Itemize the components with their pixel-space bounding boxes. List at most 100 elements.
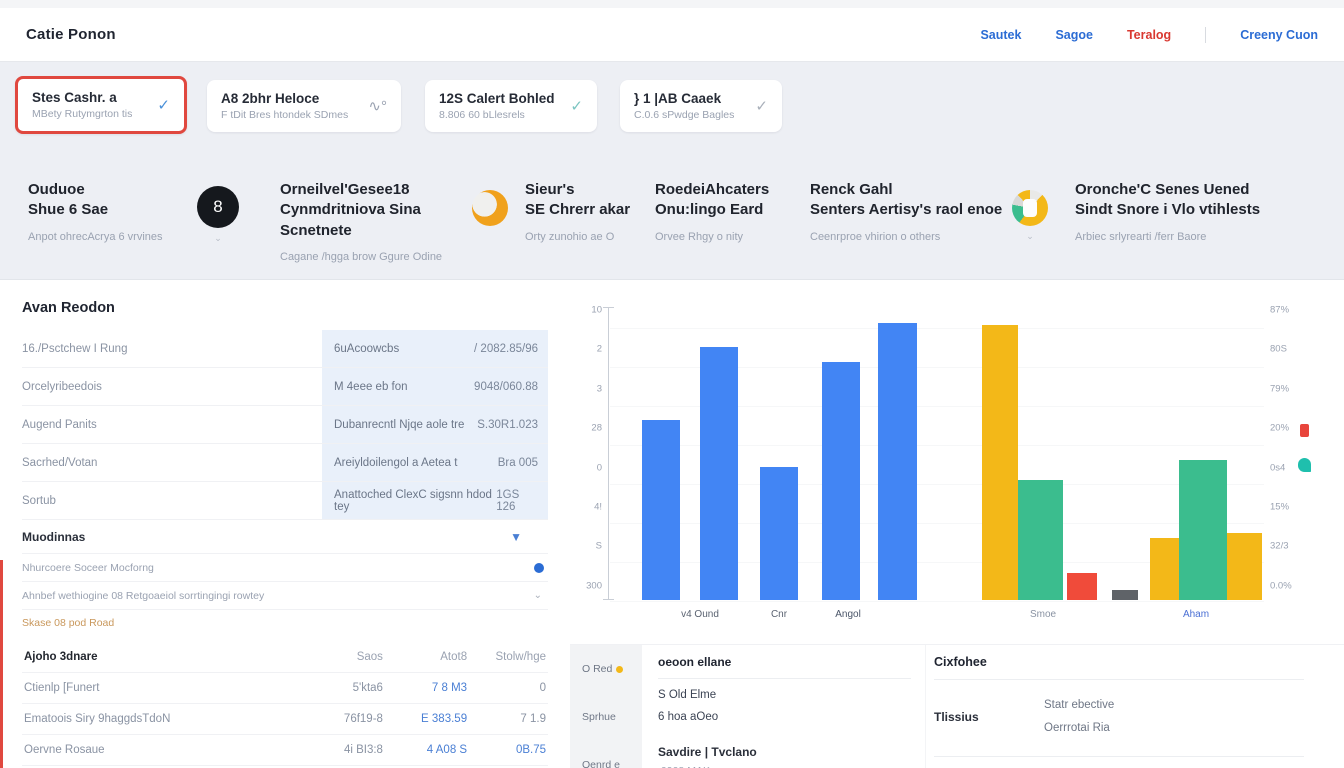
- wave-icon: ∿°: [368, 97, 387, 115]
- list-item[interactable]: Ahnbef wethiogine 08 Retgoaeiol sorrting…: [22, 582, 548, 610]
- list-item-label: Ahnbef wethiogine 08 Retgoaeiol sorrting…: [22, 590, 264, 602]
- mini-sidebar-label: O Red: [582, 663, 612, 675]
- y-axis-label-right: 79%: [1270, 383, 1289, 394]
- x-axis-label: Angol: [835, 609, 861, 620]
- app-logo: Catie Ponon: [26, 26, 116, 43]
- summary-table: Ajoho 3dnare Saos Atot8 Stolw/hge Ctienl…: [22, 642, 548, 768]
- stat-card-selected[interactable]: Stes Cashr. a MBety Rutymgrton tis ✓: [15, 76, 187, 134]
- mini-sidebar-item[interactable]: Oenrd e: [570, 741, 642, 768]
- x-axis-label: Cnr: [771, 609, 787, 620]
- check-icon: ✓: [755, 97, 768, 115]
- table-row[interactable]: Oervne Rosaue4i BI3:84 A08 S0B.75: [22, 735, 548, 766]
- panel-title: Avan Reodon: [22, 300, 548, 316]
- kv-row[interactable]: Sacrhed/VotanAreiyldoilengol a Aetea tBr…: [22, 444, 548, 482]
- legend-teal-marker: [1298, 458, 1311, 472]
- x-axis-label: Aham: [1183, 609, 1209, 620]
- left-panel: Avan Reodon 16./Psctchew I Rung6uAcoowcb…: [0, 280, 570, 768]
- table-cell: 4i BI3:8: [296, 735, 385, 766]
- stat-card[interactable]: } 1 |AB Caaek C.0.6 sPwdge Bagles ✓: [620, 80, 782, 132]
- gridline: [610, 601, 1264, 602]
- table-cell: 5'kta6: [296, 673, 385, 704]
- gridline: [610, 328, 1264, 329]
- mini-sidebar-item[interactable]: O Red: [570, 645, 642, 693]
- mini-sidebar-item[interactable]: Sprhue: [570, 693, 642, 741]
- feature-item: RoedeiAhcatersOnu:lingo Eard Orvee Rhgy …: [655, 180, 805, 243]
- kv-mid: 6uAcoowcbs: [334, 343, 399, 355]
- table-cell: Ctienlp [Funert: [22, 673, 296, 704]
- kv-row[interactable]: OrcelyribeedoisM 4eee eb fon9048/060.88: [22, 368, 548, 406]
- warning-row[interactable]: Skase 08 pod Road: [22, 610, 548, 636]
- expand-row[interactable]: Muodinnas ▼: [22, 520, 548, 554]
- kv-mid: Dubanrecntl Njqe aole tre: [334, 419, 464, 431]
- chart-bar: [1227, 533, 1262, 600]
- column-header: Ajoho 3dnare: [22, 642, 296, 673]
- chart-bar: [1179, 460, 1227, 600]
- kv-highlight-cell: 6uAcoowcbs / 2082.85/96: [322, 330, 548, 367]
- table-cell: 0B.75: [469, 735, 548, 766]
- kv-value: / 2082.85/96: [474, 343, 538, 355]
- feature-title: Orneilvel'Gesee18Cynmdritniova Sina Scne…: [280, 180, 475, 241]
- y-axis-label-left: 28: [572, 423, 602, 434]
- table-cell: 7 8 M3: [385, 673, 469, 704]
- chart-bar: [1018, 480, 1063, 600]
- caret-icon: ⌄: [534, 590, 542, 601]
- column-header: Atot8: [385, 642, 469, 673]
- table-cell: 7 1.9: [469, 704, 548, 735]
- kv-row[interactable]: Augend PanitsDubanrecntl Njqe aole treS.…: [22, 406, 548, 444]
- section-header: oeoon ellane: [658, 655, 911, 679]
- kv-label: Augend Panits: [22, 406, 322, 443]
- kv-row[interactable]: SortubAnattoched ClexC sigsnn hdod tey1G…: [22, 482, 548, 520]
- x-axis-label: Smoe: [1030, 609, 1056, 620]
- table-header-row: Ajoho 3dnare Saos Atot8 Stolw/hge: [22, 642, 548, 673]
- table-row[interactable]: Ematoois Siry 9haggdsTdoN76f19-8E 383.59…: [22, 704, 548, 735]
- check-icon: ✓: [157, 96, 170, 114]
- stat-card-subtitle: F tDit Bres htondek SDmes: [221, 109, 348, 121]
- feature-subtitle: Orvee Rhgy o nity: [655, 231, 805, 243]
- kv-label: Sacrhed/Votan: [22, 444, 322, 481]
- entry-title[interactable]: Savdire | Tvclano: [658, 745, 911, 759]
- nav-link-3[interactable]: Teralog: [1127, 28, 1171, 42]
- feature-title: Sieur'sSE Chrerr akar: [525, 180, 650, 221]
- y-axis-label-left: 4!: [572, 502, 602, 513]
- y-axis-label-right: 20%: [1270, 423, 1289, 434]
- feature-title: OuduoeShue 6 Sae: [28, 180, 203, 221]
- person-badge-icon: [472, 190, 508, 226]
- feature-subtitle: Orty zunohio ae O: [525, 231, 650, 243]
- top-nav: Sautek Sagoe Teralog Creeny Cuon: [980, 27, 1318, 43]
- kv-row[interactable]: 16./Psctchew I Rung6uAcoowcbs/ 2082.85/9…: [22, 330, 548, 368]
- chart-panel: v4 OundCnrAngolSmoeAham10232804!S30087%8…: [570, 280, 1344, 768]
- chart-bar: [760, 467, 798, 600]
- chart-bar: [982, 325, 1018, 600]
- top-strip: [0, 0, 1344, 8]
- stat-card-subtitle: 8.806 60 bLlesrels: [439, 109, 555, 121]
- chart-bar: [642, 420, 680, 600]
- expand-row-label: Muodinnas: [22, 530, 85, 544]
- chart-bar: [822, 362, 860, 600]
- nav-link-4[interactable]: Creeny Cuon: [1240, 28, 1318, 42]
- mini-sidebar-label: Sprhue: [582, 711, 616, 723]
- kv-label: Sortub: [22, 482, 322, 519]
- feature-subtitle: Anpot ohrecAcrya 6 vrvines: [28, 231, 203, 243]
- status-dot-icon: [534, 563, 544, 573]
- stat-card[interactable]: 12S Calert Bohled 8.806 60 bLlesrels ✓: [425, 80, 597, 132]
- table-row[interactable]: Ctienlp [Funert5'kta67 8 M30: [22, 673, 548, 704]
- stat-card[interactable]: A8 2bhr Heloce F tDit Bres htondek SDmes…: [207, 80, 401, 132]
- detail-label: Tlissius: [934, 694, 1044, 740]
- y-axis-label-left: 0: [572, 462, 602, 473]
- chart-bar: [700, 347, 738, 600]
- gold-dot-icon: [616, 666, 623, 673]
- y-axis-line: [608, 308, 609, 600]
- nav-divider: [1205, 27, 1206, 43]
- nav-link-1[interactable]: Sautek: [980, 28, 1021, 42]
- stat-card-subtitle: MBety Rutymgrton tis: [32, 108, 132, 120]
- y-axis-label-right: 0.0%: [1270, 580, 1292, 591]
- bar-chart: v4 OundCnrAngolSmoeAham10232804!S30087%8…: [570, 280, 1344, 644]
- feature-subtitle: Cagane /hgga brow Ggure Odine: [280, 251, 475, 263]
- feature-title: Oronche'C Senes UenedSindt Snore i Vlo v…: [1075, 180, 1320, 221]
- mini-content: oeoon ellane S Old Elme 6 hoa aOeo Savdi…: [642, 645, 925, 768]
- list-item[interactable]: Nhurcoere Soceer Mocforng: [22, 554, 548, 582]
- feature-subtitle: Arbiec srlyrearti /ferr Baore: [1075, 231, 1320, 243]
- mini-sidebar: O Red Sprhue Oenrd e: [570, 645, 642, 768]
- table-cell: 76f19-8: [296, 704, 385, 735]
- nav-link-2[interactable]: Sagoe: [1055, 28, 1093, 42]
